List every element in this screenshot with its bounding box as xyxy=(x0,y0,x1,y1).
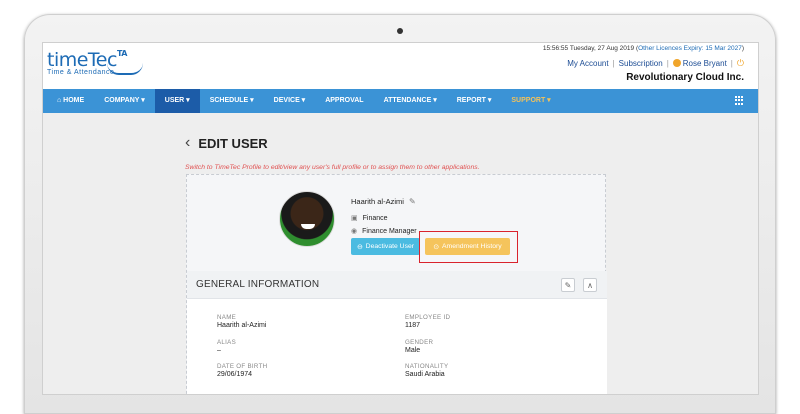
name-label: NAME xyxy=(217,314,237,321)
user-icon: ◉ xyxy=(351,228,358,235)
user-card: Haarith al-Azimi ✎ ▣ Finance ◉ Finance M… xyxy=(186,174,607,394)
nav-company[interactable]: COMPANY ▾ xyxy=(94,89,155,113)
employee-id-value: 1187 xyxy=(405,322,421,329)
logo-badge: TA xyxy=(116,49,128,58)
gender-value: Male xyxy=(405,347,421,354)
alias-value: – xyxy=(217,347,221,354)
main-nav: ⌂ HOME COMPANY ▾ USER ▾ SCHEDULE ▾ DEVIC… xyxy=(43,89,758,113)
nav-support[interactable]: SUPPORT ▾ xyxy=(501,89,560,113)
minus-circle-icon: ⊖ xyxy=(356,243,363,251)
licence-expiry-link[interactable]: Other Licences Expiry: 15 Mar 2027 xyxy=(638,45,742,52)
dob-value: 29/06/1974 xyxy=(217,371,253,378)
chevron-up-icon[interactable]: ∧ xyxy=(583,278,597,292)
page-title: EDIT USER xyxy=(198,135,268,151)
position-row: ◉ Finance Manager xyxy=(351,227,417,236)
user-menu: My Account | Subscription | Rose Bryant … xyxy=(567,58,744,69)
dob-label: DATE OF BIRTH xyxy=(217,363,268,370)
briefcase-icon: ▣ xyxy=(351,215,358,222)
datetime: 15:56:55 Tuesday, 27 Aug 2019 (Other Lic… xyxy=(542,45,744,52)
nav-user[interactable]: USER ▾ xyxy=(154,89,200,113)
alias-label: ALIAS xyxy=(217,339,237,346)
nav-attendance[interactable]: ATTENDANCE ▾ xyxy=(374,89,447,113)
grid-icon[interactable] xyxy=(735,96,744,105)
user-name-row: Haarith al-Azimi ✎ xyxy=(351,197,416,206)
header: timeTecTA Time & Attendance 15:56:55 Tue… xyxy=(43,43,758,89)
logo-text: timeTec xyxy=(47,49,117,71)
camera xyxy=(397,28,403,34)
department: Finance xyxy=(362,214,388,222)
main-content: ‹ EDIT USER Switch to TimeTec Profile to… xyxy=(43,113,758,394)
nav-device[interactable]: DEVICE ▾ xyxy=(264,89,316,113)
app-screen: timeTecTA Time & Attendance 15:56:55 Tue… xyxy=(42,42,759,395)
panel-header: GENERAL INFORMATION ✎ ∧ xyxy=(187,271,607,299)
logo-swoosh xyxy=(107,63,143,75)
nav-approval[interactable]: APPROVAL xyxy=(315,89,373,113)
user-name-link[interactable]: Rose Bryant xyxy=(672,59,727,68)
title-row: ‹ EDIT USER xyxy=(185,135,268,151)
pencil-icon[interactable]: ✎ xyxy=(409,197,416,206)
nav-home[interactable]: ⌂ HOME xyxy=(43,89,94,113)
employee-id-label: EMPLOYEE ID xyxy=(405,314,451,321)
nationality-label: NATIONALITY xyxy=(405,363,449,370)
name-value: Haarith al-Azimi xyxy=(217,322,267,329)
back-icon[interactable]: ‹ xyxy=(185,135,190,151)
highlight-box xyxy=(419,231,518,263)
gender-label: GENDER xyxy=(405,339,434,346)
my-account-link[interactable]: My Account xyxy=(567,59,608,68)
general-information-panel: GENERAL INFORMATION ✎ ∧ NAME Haarith al-… xyxy=(187,271,607,394)
avatar xyxy=(279,191,335,247)
power-icon[interactable]: ⏻ xyxy=(737,58,744,69)
nationality-value: Saudi Arabia xyxy=(405,371,445,378)
nav-schedule[interactable]: SCHEDULE ▾ xyxy=(200,89,264,113)
nav-report[interactable]: REPORT ▾ xyxy=(447,89,502,113)
profile-notice[interactable]: Switch to TimeTec Profile to edit/view a… xyxy=(185,164,480,171)
company-name: Revolutionary Cloud Inc. xyxy=(626,72,744,83)
user-status-icon xyxy=(672,59,681,67)
subscription-link[interactable]: Subscription xyxy=(619,59,663,68)
department-row: ▣ Finance xyxy=(351,214,388,223)
logo[interactable]: timeTecTA Time & Attendance xyxy=(47,49,143,76)
panel-title: GENERAL INFORMATION xyxy=(196,279,320,290)
position: Finance Manager xyxy=(362,227,417,235)
deactivate-user-button[interactable]: ⊖ Deactivate User xyxy=(351,238,420,255)
edit-pencil-icon[interactable]: ✎ xyxy=(561,278,575,292)
user-full-name: Haarith al-Azimi xyxy=(351,197,404,206)
